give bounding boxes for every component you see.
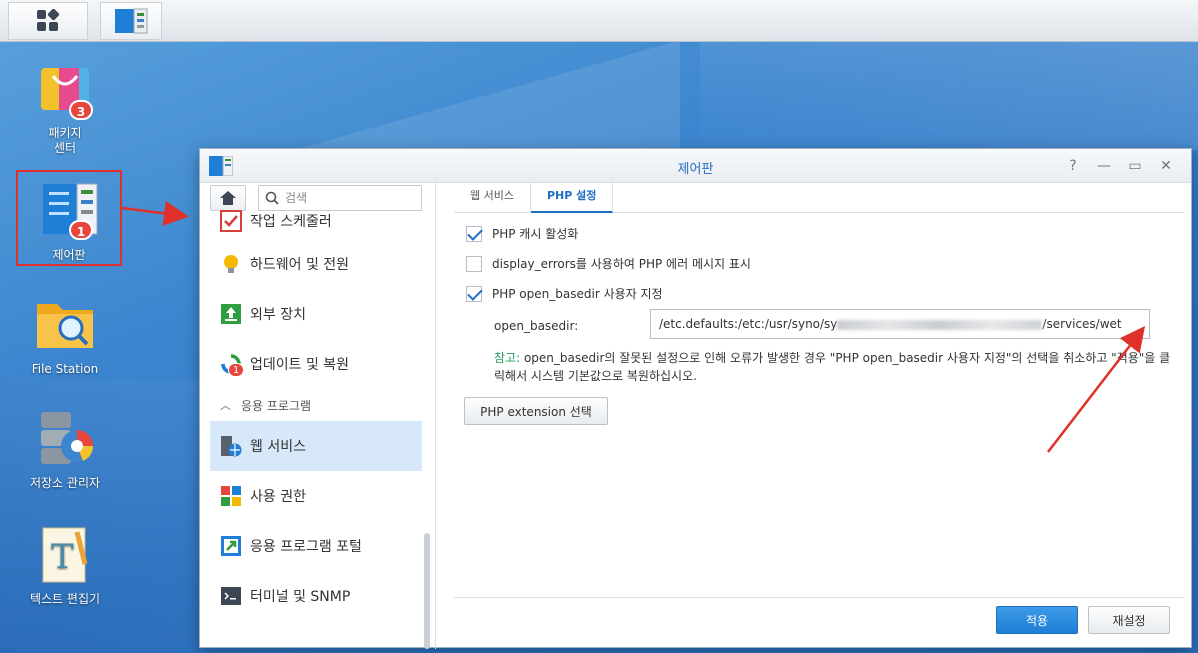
text-editor-label: 텍스트 편집기 [29, 592, 101, 606]
highlight-box [16, 170, 122, 266]
checkbox-php-cache[interactable] [466, 225, 482, 242]
option-label: PHP open_basedir 사용자 지정 [492, 287, 663, 301]
checkbox-display-errors[interactable] [466, 255, 482, 272]
app-portal-icon [220, 535, 242, 557]
open-basedir-label: open_basedir: [494, 319, 579, 333]
option-open-basedir[interactable]: PHP open_basedir 사용자 지정 [466, 285, 663, 302]
section-header-label: 응용 프로그램 [241, 398, 312, 413]
reset-button[interactable]: 재설정 [1088, 606, 1170, 634]
minimize-icon[interactable]: — [1095, 157, 1113, 175]
desktop-storage-manager[interactable]: 저장소 관리자 [10, 408, 120, 491]
checkbox-open-basedir[interactable] [466, 285, 482, 302]
option-display-errors[interactable]: display_errors를 사용하여 PHP 에러 메시지 표시 [466, 255, 751, 272]
note-body: open_basedir의 잘못된 설정으로 인해 오류가 발생한 경우 "PH… [494, 351, 1171, 383]
sidebar-item-hardware-power[interactable]: 하드웨어 및 전원 [210, 239, 422, 289]
update-badge: 1 [228, 363, 244, 377]
sidebar-item-label: 외부 장치 [250, 307, 306, 323]
close-icon[interactable]: ✕ [1157, 157, 1175, 175]
php-extension-button[interactable]: PHP extension 선택 [464, 397, 608, 425]
tab-web-services[interactable]: 웹 서비스 [454, 183, 531, 213]
main-panel: 웹 서비스 PHP 설정 PHP 캐시 활성화 display_errors를 … [454, 183, 1184, 649]
footer-divider [454, 597, 1184, 598]
option-label: display_errors를 사용하여 PHP 에러 메시지 표시 [492, 257, 751, 271]
terminal-icon [220, 585, 242, 607]
privileges-icon [220, 485, 242, 507]
sidebar-item-external-devices[interactable]: 외부 장치 [210, 289, 422, 339]
desktop-file-station[interactable]: File Station [10, 294, 120, 377]
window-titlebar[interactable]: 제어판 ? — ▭ ✕ [200, 149, 1191, 183]
open-basedir-input[interactable]: /etc.defaults:/etc:/usr/syno/sy/services… [650, 309, 1150, 339]
main-menu-button[interactable] [8, 2, 88, 40]
control-panel-icon [115, 8, 148, 34]
main-menu-icon [37, 8, 60, 32]
package-center-label-1: 패키지 [48, 126, 82, 140]
control-panel-window: 제어판 ? — ▭ ✕ 작업 스케줄러 [199, 148, 1192, 649]
file-station-label: File Station [31, 362, 99, 376]
text-editor-icon: T [33, 524, 97, 588]
sidebar-item-label: 업데이트 및 복원 [250, 357, 350, 373]
basedir-value-end: /services/wet [1042, 317, 1122, 331]
tab-php-settings[interactable]: PHP 설정 [530, 183, 614, 213]
sidebar-item-terminal-snmp[interactable]: 터미널 및 SNMP [210, 571, 422, 621]
note-text: 참고: open_basedir의 잘못된 설정으로 인해 오류가 발생한 경우… [494, 349, 1174, 385]
sidebar-scrollbar[interactable] [424, 533, 430, 649]
sidebar-item-label: 응용 프로그램 포털 [250, 539, 362, 555]
sidebar-nav: 작업 스케줄러 하드웨어 및 전원 외부 장치 1 업데이트 및 복원 ︿ 응용… [210, 210, 422, 621]
file-station-icon [33, 294, 97, 358]
note-label: 참고: [494, 351, 521, 365]
basedir-value-start: /etc.defaults:/etc:/usr/syno/sy [659, 317, 838, 331]
sidebar: 작업 스케줄러 하드웨어 및 전원 외부 장치 1 업데이트 및 복원 [200, 183, 436, 649]
apply-button[interactable]: 적용 [996, 606, 1078, 634]
taskbar [0, 0, 1198, 42]
storage-manager-icon [33, 408, 97, 472]
desktop-text-editor[interactable]: T 텍스트 편집기 [10, 524, 120, 607]
package-center-label-2: 센터 [53, 141, 77, 155]
arrow-to-window [121, 201, 189, 226]
section-header-applications[interactable]: ︿ 응용 프로그램 [210, 389, 422, 421]
sidebar-item-application-portal[interactable]: 응용 프로그램 포털 [210, 521, 422, 571]
sidebar-item-privileges[interactable]: 사용 권한 [210, 471, 422, 521]
web-service-icon [220, 435, 242, 457]
sidebar-item-label: 웹 서비스 [250, 439, 306, 455]
storage-manager-label: 저장소 관리자 [29, 476, 101, 490]
help-icon[interactable]: ? [1064, 157, 1082, 175]
option-php-cache[interactable]: PHP 캐시 활성화 [466, 225, 578, 242]
maximize-icon[interactable]: ▭ [1126, 157, 1144, 175]
svg-text:T: T [51, 537, 74, 577]
sidebar-item-label: 터미널 및 SNMP [250, 589, 351, 605]
update-icon: 1 [220, 353, 244, 377]
sidebar-item-label: 작업 스케줄러 [250, 214, 332, 230]
task-scheduler-icon [220, 210, 242, 232]
sidebar-item-label: 사용 권한 [250, 489, 306, 505]
taskbar-control-panel-button[interactable] [100, 2, 162, 40]
package-center-badge: 3 [69, 100, 93, 120]
sidebar-item-label: 하드웨어 및 전원 [250, 257, 350, 273]
external-device-icon [220, 303, 242, 325]
lightbulb-icon [220, 253, 242, 275]
sidebar-item-task-scheduler[interactable]: 작업 스케줄러 [210, 203, 422, 239]
redacted-blur [837, 319, 1043, 330]
tab-bar: 웹 서비스 PHP 설정 [454, 183, 1184, 213]
chevron-up-icon: ︿ [220, 399, 231, 412]
option-label: PHP 캐시 활성화 [492, 227, 579, 241]
package-center-icon: 3 [33, 58, 97, 122]
desktop-package-center[interactable]: 3 패키지 센터 [10, 58, 120, 156]
sidebar-item-update-restore[interactable]: 1 업데이트 및 복원 [210, 339, 422, 389]
sidebar-item-web-services[interactable]: 웹 서비스 [210, 421, 422, 471]
window-title: 제어판 [677, 162, 714, 177]
